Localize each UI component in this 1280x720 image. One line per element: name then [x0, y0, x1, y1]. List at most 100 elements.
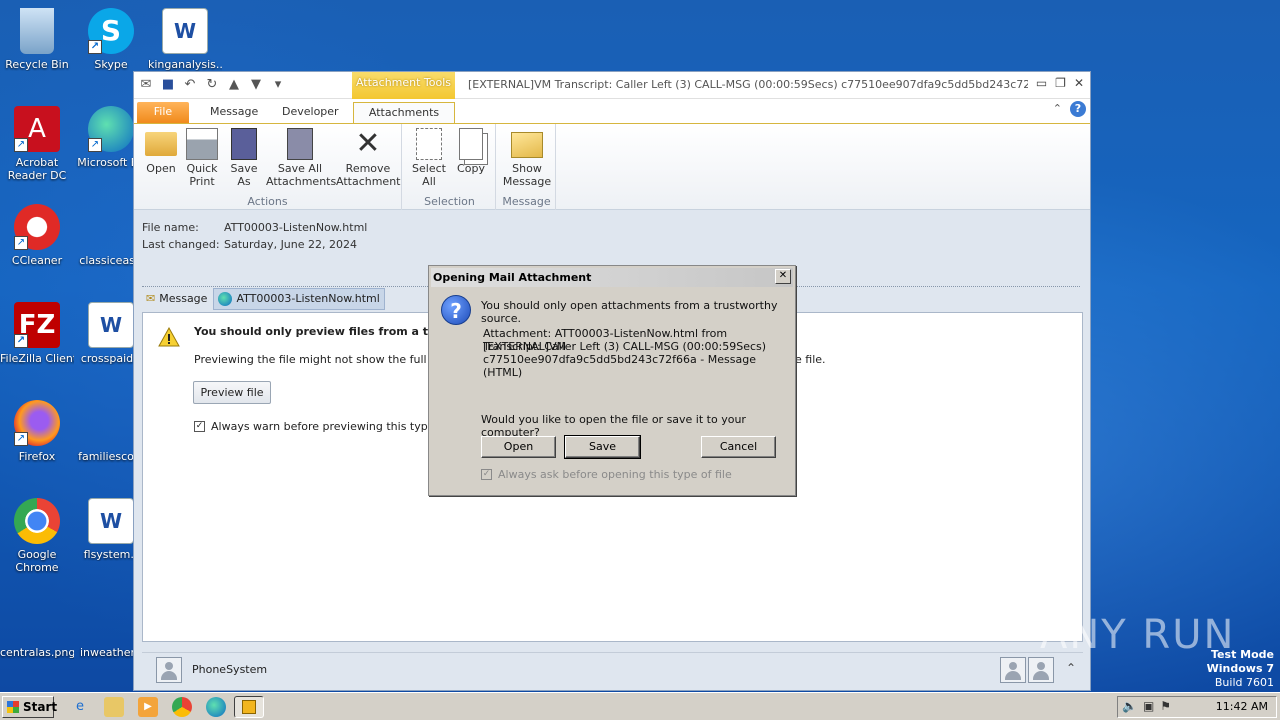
save-as-button[interactable]: Save As — [226, 128, 262, 188]
minimize-icon[interactable]: ▭ — [1036, 76, 1047, 90]
word-doc-icon: W — [88, 498, 134, 544]
group-actions: Open Quick Print Save As Save All Attach… — [134, 124, 402, 210]
volume-icon[interactable]: 🔈 — [1122, 699, 1137, 713]
tab-file[interactable]: File — [137, 102, 189, 123]
tab-message[interactable]: Message — [200, 102, 268, 123]
checkbox-checked-disabled: ✓ — [481, 469, 492, 480]
customize-qat-icon[interactable]: ▾ — [270, 77, 286, 93]
avatar[interactable] — [1000, 657, 1026, 683]
help-icon[interactable]: ? — [1070, 101, 1086, 117]
desktop-icon-recycle-bin[interactable]: Recycle Bin — [0, 8, 74, 71]
save-icon[interactable]: ■ — [160, 77, 176, 93]
edge-icon: ↗ — [88, 106, 134, 152]
ribbon-body: Open Quick Print Save As Save All Attach… — [134, 123, 1090, 210]
word-doc-icon: W — [162, 8, 208, 54]
generic-file-icon — [88, 204, 134, 250]
generic-file-icon — [88, 596, 134, 642]
tab-attachments[interactable]: Attachments — [353, 102, 455, 123]
window-title-bar: ✉ ■ ↶ ↻ ▲ ▼ ▾ Attachment Tools [EXTERNAL… — [134, 72, 1090, 99]
sender-name: PhoneSystem — [192, 663, 268, 676]
desktop-icon-kinganalysis[interactable]: W kinganalysis... — [148, 8, 222, 71]
dialog-title-bar: Opening Mail Attachment ✕ — [431, 268, 793, 287]
dialog-warning-text: You should only open attachments from a … — [481, 299, 778, 325]
copy-button[interactable]: Copy — [452, 128, 490, 175]
dialog-close-button[interactable]: ✕ — [775, 269, 791, 284]
word-doc-icon: W — [88, 302, 134, 348]
action-center-flag-icon[interactable]: ⚑ — [1160, 699, 1171, 713]
media-player-icon[interactable]: ▶ — [138, 697, 158, 717]
ccleaner-icon: ↗ — [14, 204, 60, 250]
desktop-icon-chrome[interactable]: Google Chrome — [0, 498, 74, 574]
dialog-title: Opening Mail Attachment — [433, 271, 592, 284]
outlook-taskbar-button[interactable] — [234, 696, 264, 718]
always-warn-checkbox[interactable]: ✓ Always warn before previewing this typ… — [194, 420, 445, 433]
desktop-icon-firefox[interactable]: ↗ Firefox — [0, 400, 74, 463]
tab-attachment-file[interactable]: ATT00003-ListenNow.html — [213, 288, 385, 310]
system-tray: 🔈 ▣ ⚑ 11:42 AM — [1117, 696, 1277, 718]
preview-file-button[interactable]: Preview file — [193, 381, 271, 404]
dialog-attachment-line3: c77510ee907dfa9c5dd5bd243c72f66a - Messa… — [483, 353, 756, 379]
taskbar: Start e ▶ 🔈 ▣ ⚑ 11:42 AM — [0, 692, 1280, 720]
collapse-ribbon-icon[interactable]: ⌃ — [1053, 101, 1062, 117]
select-all-icon — [416, 128, 442, 160]
open-button[interactable]: Open — [481, 436, 556, 458]
remove-x-icon: ✕ — [355, 126, 381, 161]
restore-icon[interactable]: ❐ — [1055, 76, 1066, 90]
image-file-icon — [14, 596, 60, 642]
last-changed-value: Saturday, June 22, 2024 — [224, 238, 357, 251]
up-arrow-icon[interactable]: ▲ — [226, 77, 242, 93]
desktop-icon-filezilla[interactable]: FZ ↗ FileZilla Client — [0, 302, 74, 365]
avatar[interactable] — [1028, 657, 1054, 683]
chrome-icon[interactable] — [172, 697, 192, 717]
undo-icon[interactable]: ↶ — [182, 77, 198, 93]
start-button[interactable]: Start — [2, 696, 57, 718]
tab-developer[interactable]: Developer — [272, 102, 349, 123]
save-button[interactable]: Save — [564, 435, 641, 459]
recycle-bin-icon — [20, 8, 54, 54]
clock[interactable]: 11:42 AM — [1216, 700, 1268, 713]
close-icon[interactable]: ✕ — [1074, 76, 1084, 90]
ribbon-tabs: File Message Developer Attachments ⌃ ? — [134, 99, 1090, 123]
group-message: Show Message Message — [498, 124, 556, 210]
network-icon[interactable]: ▣ — [1143, 699, 1154, 713]
firefox-icon: ↗ — [14, 400, 60, 446]
filezilla-icon: FZ ↗ — [14, 302, 60, 348]
envelope-icon: ✉ — [146, 292, 156, 305]
people-pane: PhoneSystem ⌃ — [142, 652, 1083, 686]
desktop-icon-acrobat[interactable]: A ↗ Acrobat Reader DC — [0, 106, 74, 182]
preview-warning-desc-end: e file. — [795, 353, 826, 366]
tab-message-body[interactable]: ✉ Message — [142, 288, 211, 310]
expand-people-pane-icon[interactable]: ⌃ — [1066, 661, 1076, 675]
question-icon: ? — [441, 295, 471, 325]
show-message-button[interactable]: Show Message — [500, 128, 554, 188]
desktop-icon-skype[interactable]: S ↗ Skype — [74, 8, 148, 71]
message-attachment-tabs: ✉ Message ATT00003-ListenNow.html — [142, 288, 385, 310]
dialog-attachment-line2: Transcript: Caller Left (3) CALL-MSG (00… — [483, 340, 767, 353]
quick-print-button[interactable]: Quick Print — [182, 128, 222, 188]
cancel-button[interactable]: Cancel — [701, 436, 776, 458]
outlook-icon — [242, 700, 256, 714]
edge-icon — [218, 292, 233, 306]
desktop-icon-centralas[interactable]: centralas.png — [0, 596, 74, 659]
redo-icon[interactable]: ↻ — [204, 77, 220, 93]
folder-open-icon — [145, 132, 177, 156]
skype-icon: S ↗ — [88, 8, 134, 54]
select-all-button[interactable]: Select All — [408, 128, 450, 188]
copy-icon — [459, 128, 483, 160]
desktop-icon-ccleaner[interactable]: ↗ CCleaner — [0, 204, 74, 267]
ie-icon[interactable]: e — [70, 697, 90, 717]
explorer-icon[interactable] — [104, 697, 124, 717]
save-as-icon — [231, 128, 257, 160]
envelope-show-icon — [511, 132, 543, 158]
checkbox-checked[interactable]: ✓ — [194, 421, 205, 432]
envelope-icon: ✉ — [140, 77, 152, 92]
open-button[interactable]: Open — [140, 128, 182, 175]
save-all-attachments-button[interactable]: Save All Attachments — [266, 128, 336, 188]
edge-icon[interactable] — [206, 697, 226, 717]
test-mode-label: Test Mode Windows 7 Build 7601 — [1206, 648, 1274, 689]
quick-access-toolbar: ✉ ■ ↶ ↻ ▲ ▼ ▾ — [138, 77, 286, 93]
always-ask-checkbox: ✓ Always ask before opening this type of… — [481, 468, 732, 481]
acrobat-icon: A ↗ — [14, 106, 60, 152]
remove-attachment-button[interactable]: ✕ Remove Attachment — [336, 126, 401, 189]
down-arrow-icon[interactable]: ▼ — [248, 77, 264, 93]
